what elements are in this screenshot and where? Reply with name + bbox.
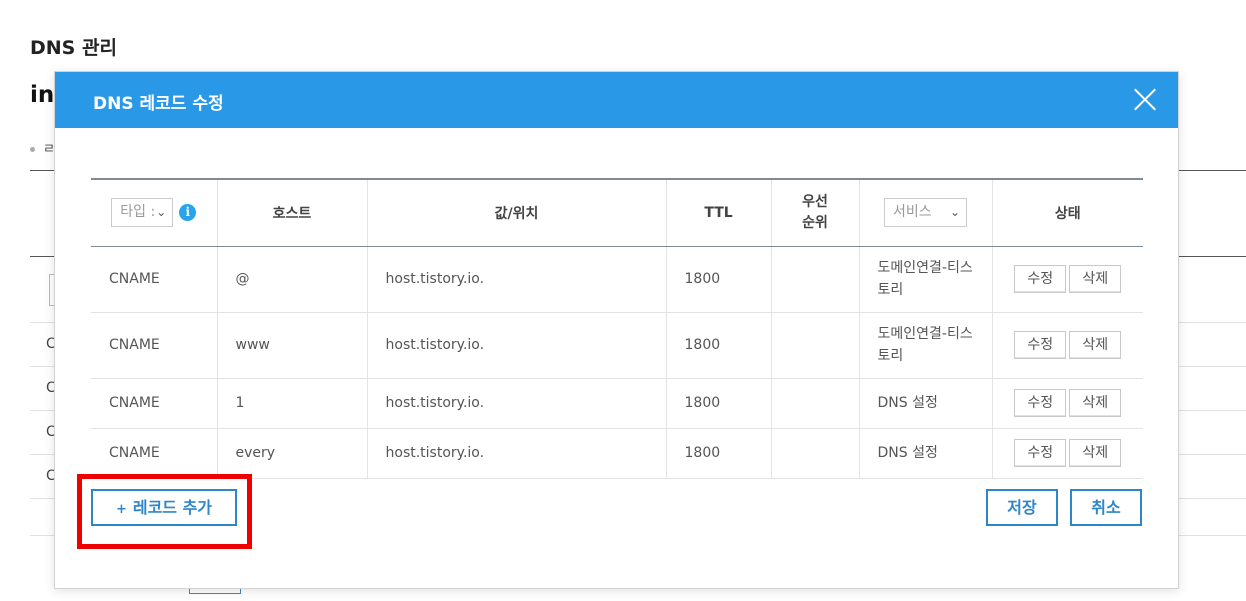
record-ttl: 1800: [665, 428, 771, 479]
record-value: host.tistory.io.: [366, 246, 666, 313]
cancel-button[interactable]: 취소: [1070, 489, 1142, 526]
record-host: @: [216, 246, 367, 313]
type-filter-select[interactable]: 타입 : ⌄: [111, 198, 174, 228]
delete-button[interactable]: 삭제: [1069, 389, 1122, 417]
chevron-down-icon: ⌄: [156, 205, 167, 220]
domain-name: in: [30, 82, 55, 108]
record-priority: [770, 428, 859, 479]
edit-button[interactable]: 수정: [1014, 389, 1067, 417]
page-title: DNS 관리: [30, 37, 117, 59]
row-divider: [1178, 322, 1246, 323]
record-type: CNAME: [91, 378, 217, 429]
add-record-label: 레코드 추가: [132, 498, 213, 517]
edit-button[interactable]: 수정: [1014, 265, 1067, 293]
plus-icon: +: [115, 502, 127, 517]
table-row: CNAME 1 host.tistory.io. 1800 DNS 설정 수정 삭…: [91, 378, 1143, 429]
host-column-header: 호스트: [216, 178, 367, 247]
record-priority: [770, 246, 859, 313]
record-type: CNAME: [91, 428, 217, 479]
record-actions: 수정 삭제: [991, 378, 1143, 429]
section-divider: [1178, 170, 1246, 171]
delete-button[interactable]: 삭제: [1069, 331, 1122, 359]
record-ttl: 1800: [665, 246, 771, 313]
record-service: 도메인연결-티스토리: [858, 312, 992, 379]
table-top-border: [1178, 256, 1246, 257]
row-divider: [1178, 498, 1246, 499]
dns-record-table: 타입 : ⌄ i 호스트 값/위치 TTL 우선 순위 서비스 ⌄ 상태 CNAME @…: [91, 178, 1143, 479]
row-divider: [1178, 410, 1246, 411]
dialog-header: DNS 레코드 수정: [55, 72, 1178, 128]
status-column-header: 상태: [991, 178, 1143, 247]
chevron-down-icon: ⌄: [949, 205, 960, 220]
edit-button[interactable]: 수정: [1014, 439, 1067, 467]
ttl-column-header: TTL: [665, 178, 771, 247]
info-icon[interactable]: i: [179, 204, 197, 222]
edit-button[interactable]: 수정: [1014, 331, 1067, 359]
record-host: every: [216, 428, 367, 479]
service-filter-select[interactable]: 서비스 ⌄: [884, 198, 967, 228]
record-ttl: 1800: [665, 312, 771, 379]
table-row: CNAME www host.tistory.io. 1800 도메인연결-티스…: [91, 312, 1143, 379]
table-row: CNAME @ host.tistory.io. 1800 도메인연결-티스토리…: [91, 246, 1143, 313]
dns-record-edit-dialog: DNS 레코드 수정 타입 : ⌄ i 호스트 값/위치 TTL 우선 순위 서비스 ⌄…: [54, 71, 1179, 589]
value-column-header: 값/위치: [366, 178, 666, 247]
bullet-text: ㄹ: [30, 138, 55, 157]
row-divider: [1178, 366, 1246, 367]
record-priority: [770, 378, 859, 429]
record-actions: 수정 삭제: [991, 246, 1143, 313]
save-button[interactable]: 저장: [986, 489, 1058, 526]
record-service: 도메인연결-티스토리: [858, 246, 992, 313]
add-record-button[interactable]: + 레코드 추가: [91, 489, 237, 526]
record-actions: 수정 삭제: [991, 312, 1143, 379]
record-host: www: [216, 312, 367, 379]
record-type: CNAME: [91, 312, 217, 379]
record-host: 1: [216, 378, 367, 429]
record-actions: 수정 삭제: [991, 428, 1143, 479]
type-column-header: 타입 : ⌄ i: [91, 178, 217, 247]
row-divider: [1178, 535, 1246, 536]
delete-button[interactable]: 삭제: [1069, 265, 1122, 293]
record-priority: [770, 312, 859, 379]
bullet-dot: [30, 147, 35, 152]
record-value: host.tistory.io.: [366, 428, 666, 479]
priority-column-header: 우선 순위: [770, 178, 859, 247]
record-ttl: 1800: [665, 378, 771, 429]
row-divider: [1178, 454, 1246, 455]
record-service: DNS 설정: [858, 428, 992, 479]
dialog-title: DNS 레코드 수정: [93, 94, 224, 114]
record-value: host.tistory.io.: [366, 312, 666, 379]
record-service: DNS 설정: [858, 378, 992, 429]
record-type: CNAME: [91, 246, 217, 313]
record-value: host.tistory.io.: [366, 378, 666, 429]
service-column-header: 서비스 ⌄: [858, 178, 992, 247]
table-header-row: 타입 : ⌄ i 호스트 값/위치 TTL 우선 순위 서비스 ⌄ 상태: [91, 178, 1143, 247]
close-icon[interactable]: [1130, 84, 1160, 114]
table-row: CNAME every host.tistory.io. 1800 DNS 설정…: [91, 428, 1143, 479]
delete-button[interactable]: 삭제: [1069, 439, 1122, 467]
